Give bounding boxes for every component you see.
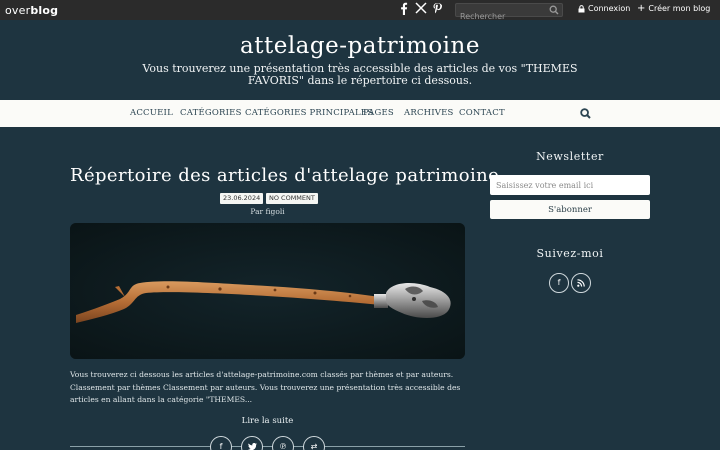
article-comments-badge[interactable]: NO COMMENT — [266, 193, 318, 204]
topbar-social — [398, 2, 443, 17]
site-title[interactable]: attelage-patrimoine — [0, 33, 720, 59]
facebook-icon: f — [219, 442, 223, 450]
facebook-icon: f — [557, 278, 561, 287]
share-pinterest-button[interactable]: ℗ — [272, 436, 294, 450]
share-more-button[interactable]: ⇄ — [303, 436, 325, 450]
create-blog-link[interactable]: + Créer mon blog — [637, 2, 711, 14]
article-divider — [70, 446, 465, 447]
follow-facebook-button[interactable]: f — [549, 273, 569, 293]
article-byline: Par figoli — [250, 207, 285, 216]
search-icon[interactable] — [580, 108, 591, 119]
rss-icon — [577, 279, 585, 287]
overblog-logo[interactable]: overblog — [5, 4, 58, 17]
share-facebook-button[interactable]: f — [210, 436, 232, 450]
share-twitter-button[interactable] — [241, 436, 263, 450]
nav-item-categories[interactable]: CATÉGORIES — [180, 108, 242, 118]
main-nav: ACCUEIL CATÉGORIES CATÉGORIES PRINCIPALE… — [0, 100, 720, 127]
logo-text-over: over — [5, 3, 31, 17]
pinterest-icon: ℗ — [279, 442, 287, 450]
nav-item-contact[interactable]: CONTACT — [459, 108, 505, 118]
login-link[interactable]: Connexion — [578, 4, 630, 13]
lock-icon — [578, 4, 585, 12]
follow-heading: Suivez-moi — [536, 247, 604, 260]
nav-item-archives[interactable]: ARCHIVES — [404, 108, 454, 118]
newsletter-email-input[interactable] — [490, 175, 650, 195]
create-blog-label: Créer mon blog — [648, 4, 711, 13]
subscribe-button[interactable]: S'abonner — [490, 200, 650, 219]
nav-item-pages[interactable]: PAGES — [363, 108, 394, 118]
nav-item-accueil[interactable]: ACCUEIL — [130, 108, 173, 118]
twitter-icon — [247, 443, 257, 450]
share-icon: ⇄ — [310, 442, 318, 450]
plus-icon: + — [637, 2, 646, 14]
article-title[interactable]: Répertoire des articles d'attelage patri… — [70, 165, 505, 186]
article-image[interactable] — [70, 223, 465, 359]
read-more-link[interactable]: Lire la suite — [70, 416, 465, 426]
search-icon[interactable] — [549, 5, 559, 15]
follow-rss-button[interactable] — [571, 273, 591, 293]
overblog-bar: overblog Connexion + Créer mon blog — [0, 0, 720, 23]
login-label: Connexion — [588, 4, 631, 13]
pinterest-icon[interactable] — [432, 2, 443, 17]
logo-text-blog: blog — [30, 3, 59, 17]
walking-cane-illustration — [70, 223, 465, 359]
topbar-search — [455, 3, 563, 23]
facebook-icon[interactable] — [398, 2, 409, 17]
x-icon[interactable] — [415, 2, 427, 17]
article-date-badge: 23.06.2024 — [220, 193, 264, 204]
site-description: Vous trouverez une présentation très acc… — [142, 62, 578, 87]
newsletter-heading: Newsletter — [536, 150, 604, 163]
topbar-search-input[interactable] — [456, 10, 546, 23]
article-excerpt: Vous trouverez ci dessous les articles d… — [70, 370, 461, 405]
nav-item-categories-principales[interactable]: CATÉGORIES PRINCIPALES — [245, 108, 373, 118]
